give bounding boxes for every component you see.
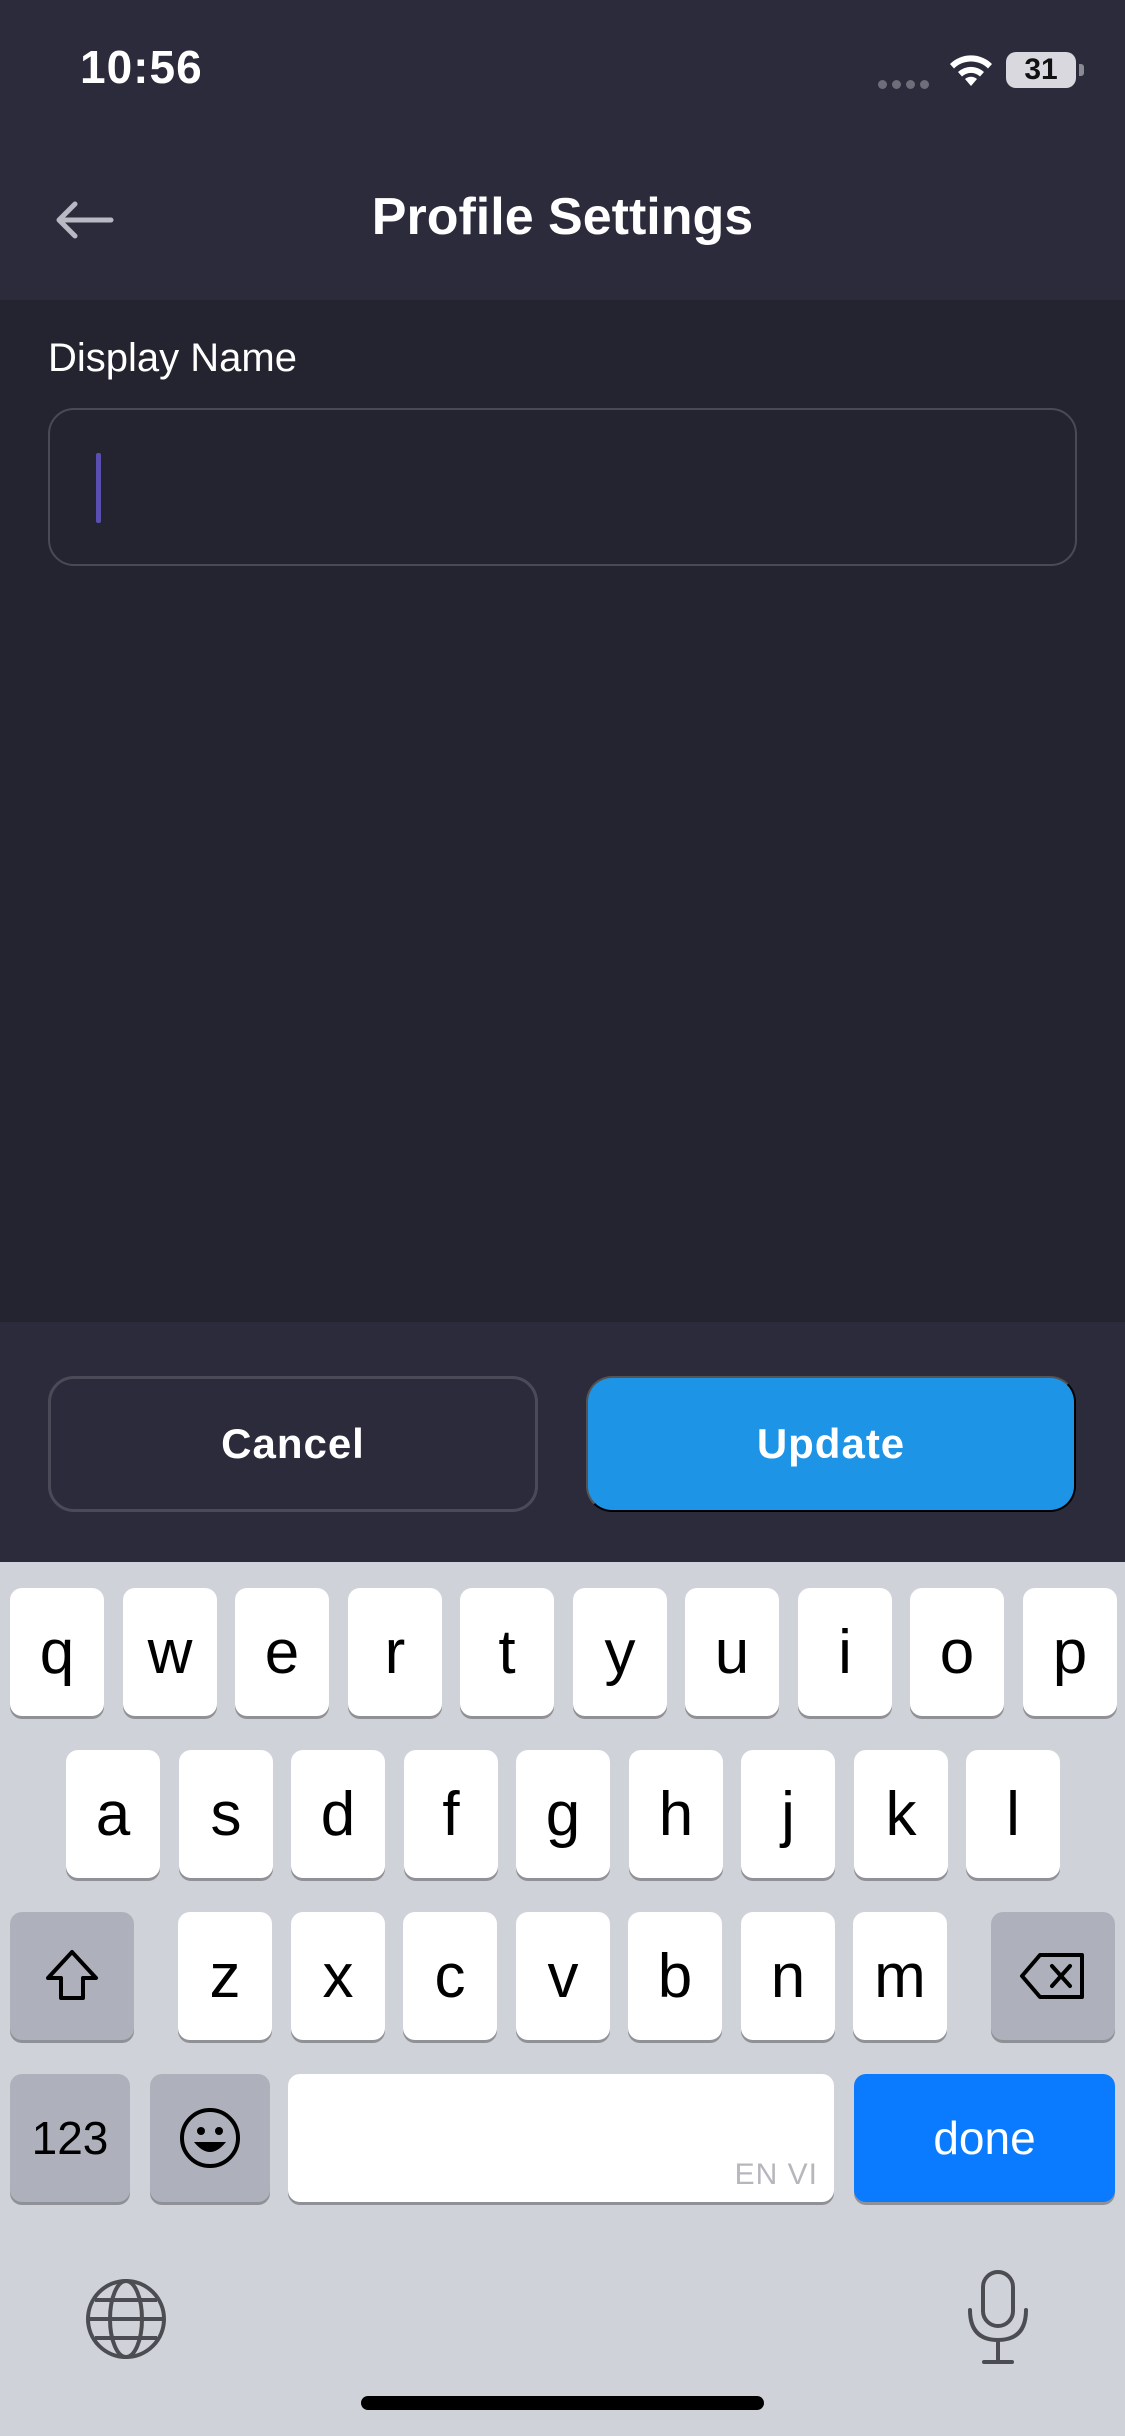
page-title: Profile Settings (371, 188, 754, 246)
home-indicator (361, 2396, 764, 2410)
wifi-icon (950, 55, 992, 86)
key-f[interactable]: f (404, 1750, 498, 1878)
back-button[interactable] (40, 180, 130, 260)
emoji-key[interactable] (150, 2074, 270, 2202)
globe-icon[interactable] (83, 2276, 169, 2362)
update-button[interactable]: Update (586, 1376, 1076, 1512)
arrow-left-icon (56, 201, 114, 239)
key-y[interactable]: y (573, 1588, 667, 1716)
key-u[interactable]: u (685, 1588, 779, 1716)
action-bar: Cancel Update (0, 1322, 1125, 1562)
backspace-icon (1020, 1953, 1084, 1999)
keyboard-language-label: EN VI (734, 2158, 818, 2191)
numbers-key[interactable]: 123 (10, 2074, 130, 2202)
key-i[interactable]: i (798, 1588, 892, 1716)
profile-settings-screen: 10:56 31 Profile Settings Display Name C… (0, 0, 1125, 2436)
battery-indicator: 31 (1006, 52, 1084, 88)
emoji-icon (180, 2108, 240, 2168)
key-e[interactable]: e (235, 1588, 329, 1716)
key-o[interactable]: o (910, 1588, 1004, 1716)
on-screen-keyboard: 123 EN VI done qwertyuiop asdfghjkl zxcvbn… (0, 1562, 1125, 2436)
key-q[interactable]: q (10, 1588, 104, 1716)
key-z[interactable]: z (178, 1912, 272, 2040)
status-time: 10:56 (80, 41, 203, 93)
key-c[interactable]: c (403, 1912, 497, 2040)
key-v[interactable]: v (516, 1912, 610, 2040)
key-h[interactable]: h (629, 1750, 723, 1878)
key-l[interactable]: l (966, 1750, 1060, 1878)
key-r[interactable]: r (348, 1588, 442, 1716)
done-key[interactable]: done (854, 2074, 1115, 2202)
key-m[interactable]: m (853, 1912, 947, 2040)
key-s[interactable]: s (179, 1750, 273, 1878)
key-n[interactable]: n (741, 1912, 835, 2040)
key-p[interactable]: p (1023, 1588, 1117, 1716)
text-caret (96, 453, 101, 523)
key-g[interactable]: g (516, 1750, 610, 1878)
microphone-icon[interactable] (960, 2268, 1036, 2368)
shift-key[interactable] (10, 1912, 134, 2040)
key-a[interactable]: a (66, 1750, 160, 1878)
key-j[interactable]: j (741, 1750, 835, 1878)
key-x[interactable]: x (291, 1912, 385, 2040)
space-key[interactable]: EN VI (288, 2074, 834, 2202)
display-name-label: Display Name (48, 336, 297, 380)
cellular-signal-icon (878, 76, 934, 89)
display-name-input[interactable] (48, 408, 1077, 566)
key-k[interactable]: k (854, 1750, 948, 1878)
key-b[interactable]: b (628, 1912, 722, 2040)
cancel-button[interactable]: Cancel (48, 1376, 538, 1512)
shift-icon (46, 1950, 98, 2000)
app-header: Profile Settings (0, 140, 1125, 300)
delete-key[interactable] (991, 1912, 1115, 2040)
key-d[interactable]: d (291, 1750, 385, 1878)
key-w[interactable]: w (123, 1588, 217, 1716)
key-t[interactable]: t (460, 1588, 554, 1716)
status-bar: 10:56 31 (0, 0, 1125, 140)
